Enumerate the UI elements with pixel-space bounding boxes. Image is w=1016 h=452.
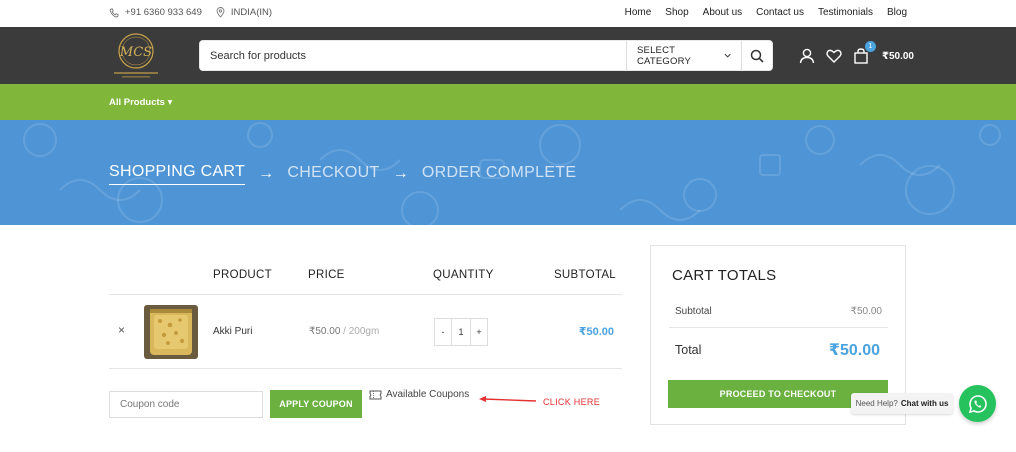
table-row: × Akki Puri ₹50.00 / 200gm - 1 + ₹50.00: [109, 295, 622, 369]
country-label: INDIA(IN): [230, 7, 273, 18]
available-coupons-label: Available Coupons: [386, 389, 470, 400]
heart-icon: [826, 49, 842, 63]
whatsapp-icon: [968, 394, 987, 413]
red-arrow-annotation: [479, 396, 537, 402]
chevron-down-icon: [724, 53, 731, 58]
svg-text:MCS: MCS: [119, 45, 152, 60]
phone-icon: [109, 8, 119, 17]
search-button[interactable]: [741, 41, 772, 70]
quantity-input[interactable]: 1: [451, 319, 471, 345]
whatsapp-chat-button[interactable]: [959, 385, 996, 422]
step-order-complete: ORDER COMPLETE: [421, 163, 577, 181]
product-name-link[interactable]: Akki Puri: [213, 326, 252, 337]
apply-coupon-button[interactable]: APPLY COUPON: [270, 390, 362, 418]
category-select[interactable]: SELECT CATEGORY: [626, 41, 741, 70]
checkout-steps-banner: SHOPPING CART → CHECKOUT → ORDER COMPLET…: [0, 120, 1016, 225]
quantity-increase-button[interactable]: +: [471, 319, 487, 345]
category-bar: All Products ▾: [0, 84, 1016, 120]
remove-item-button[interactable]: ×: [118, 323, 125, 337]
need-help-label: Need Help?: [855, 399, 898, 408]
need-help-tooltip[interactable]: Need Help? Chat with us: [851, 393, 953, 414]
nav-blog[interactable]: Blog: [887, 7, 907, 18]
click-here-annotation: CLICK HERE: [543, 397, 601, 407]
all-products-menu[interactable]: All Products ▾: [109, 97, 172, 108]
coupon-form: Coupon code APPLY COUPON: [109, 390, 362, 418]
search-icon: [750, 49, 764, 63]
location-pin-icon: [216, 7, 225, 18]
contact-info: +91 6360 933 649 INDIA(IN): [109, 7, 286, 18]
nav-home[interactable]: Home: [625, 7, 652, 18]
step-shopping-cart[interactable]: SHOPPING CART: [109, 163, 246, 185]
available-coupons-link[interactable]: Available Coupons: [369, 389, 469, 400]
nav-testimonials[interactable]: Testimonials: [818, 7, 873, 18]
country-selector[interactable]: INDIA(IN): [216, 7, 272, 18]
cart-button[interactable]: 1: [852, 41, 876, 65]
total-label: Total: [675, 343, 702, 357]
account-button[interactable]: [798, 47, 816, 65]
total-value: ₹50.00: [828, 342, 880, 359]
main-header: MCS Search for products SELECT CATEGORY …: [0, 27, 1016, 84]
nav-contact-us[interactable]: Contact us: [756, 7, 804, 18]
wishlist-button[interactable]: [825, 47, 843, 65]
checkout-steps: SHOPPING CART → CHECKOUT → ORDER COMPLET…: [109, 163, 576, 185]
subtotal-label: Subtotal: [675, 306, 712, 317]
arrow-right-icon: →: [392, 165, 409, 182]
cart-count-badge: 1: [865, 41, 876, 52]
top-nav: Home Shop About us Contact us Testimonia…: [611, 7, 907, 18]
product-thumbnail[interactable]: [144, 305, 198, 359]
arrow-right-icon: →: [258, 165, 275, 182]
phone-number: +91 6360 933 649: [125, 7, 202, 18]
phone-contact[interactable]: +91 6360 933 649: [109, 7, 202, 18]
nav-shop[interactable]: Shop: [665, 7, 688, 18]
item-subtotal: ₹50.00: [578, 326, 614, 338]
header-icons: 1 ₹50.00: [798, 41, 914, 65]
search-bar: Search for products SELECT CATEGORY: [199, 40, 773, 71]
header-product: PRODUCT: [213, 269, 272, 281]
category-select-label: SELECT CATEGORY: [637, 44, 692, 67]
search-input[interactable]: Search for products: [200, 41, 626, 70]
site-logo[interactable]: MCS: [110, 30, 162, 80]
header-subtotal: SUBTOTAL: [553, 269, 616, 281]
header-price: PRICE: [308, 269, 345, 281]
top-bar: +91 6360 933 649 INDIA(IN) Home Shop Abo…: [0, 0, 1016, 27]
step-checkout[interactable]: CHECKOUT: [287, 164, 379, 185]
subtotal-value: ₹50.00: [850, 306, 882, 317]
cart-table: PRODUCT PRICE QUANTITY SUBTOTAL × Akki P…: [109, 255, 622, 369]
cart-totals-title: CART TOTALS: [672, 267, 777, 284]
product-price: ₹50.00 / 200gm: [309, 326, 380, 337]
quantity-stepper: - 1 +: [434, 318, 488, 346]
coupon-ticket-icon: [369, 390, 382, 399]
user-icon: [799, 48, 815, 64]
chat-with-us-label: Chat with us: [900, 399, 949, 408]
header-quantity: QUANTITY: [433, 269, 494, 281]
cart-table-header: PRODUCT PRICE QUANTITY SUBTOTAL: [109, 255, 622, 295]
quantity-decrease-button[interactable]: -: [435, 319, 451, 345]
subtotal-row: Subtotal ₹50.00: [669, 296, 888, 328]
nav-about-us[interactable]: About us: [703, 7, 742, 18]
coupon-code-input[interactable]: Coupon code: [109, 390, 263, 418]
header-cart-total[interactable]: ₹50.00: [882, 51, 914, 62]
